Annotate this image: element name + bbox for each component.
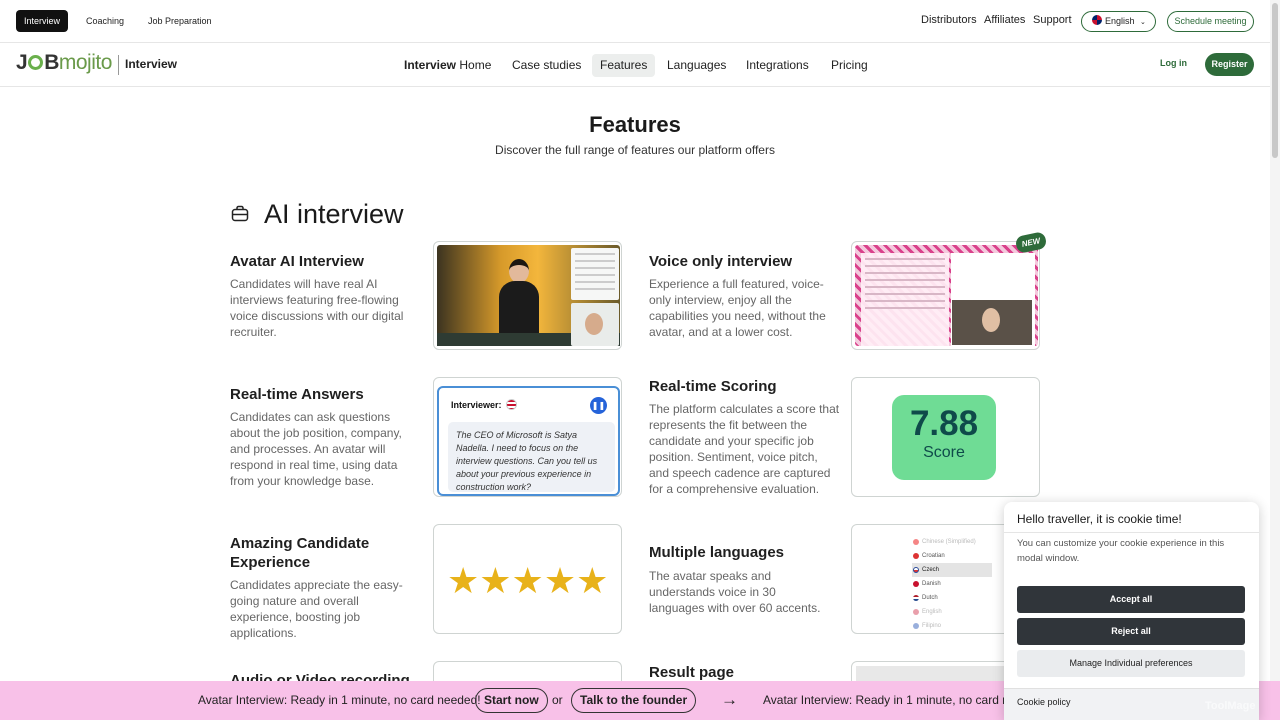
logo-mojito: mojito — [58, 51, 113, 74]
cookie-modal: Hello traveller, it is cookie time! You … — [1004, 502, 1259, 720]
toptab-coaching[interactable]: Coaching — [78, 10, 132, 32]
logo-letter-j: J — [16, 51, 28, 74]
affiliates-link[interactable]: Affiliates — [984, 14, 1025, 26]
avatar-candidate-camera — [571, 303, 619, 346]
nav-features[interactable]: Features — [592, 54, 656, 77]
realtime-answers-image: Interviewer: ❚❚ The CEO of Microsoft is … — [433, 377, 622, 497]
voice-candidate-camera — [952, 300, 1032, 345]
support-link[interactable]: Support — [1033, 14, 1072, 26]
reject-all-button[interactable]: Reject all — [1017, 618, 1245, 645]
main-nav: J Bmojito Interview Interview Home Case s… — [0, 43, 1270, 87]
nav-pricing[interactable]: Pricing — [823, 54, 876, 77]
nav-case-studies[interactable]: Case studies — [504, 54, 589, 77]
cookie-policy-link[interactable]: Cookie policy — [1017, 697, 1071, 707]
uk-flag-icon — [1092, 15, 1102, 25]
cookie-text: You can customize your cookie experience… — [1017, 538, 1225, 564]
nav-interview-home[interactable]: Interview Home — [396, 54, 499, 77]
logo-circle-icon — [28, 55, 44, 70]
feature-title-languages: Multiple languages — [649, 544, 785, 561]
scrollbar-thumb[interactable] — [1272, 3, 1278, 158]
interviewer-label-text: Interviewer: — [451, 400, 502, 410]
feature-desc-realtime-scoring: The platform calculates a score that rep… — [649, 402, 840, 496]
login-link[interactable]: Log in — [1160, 58, 1187, 68]
score-label: Score — [923, 444, 965, 461]
talk-to-founder-button[interactable]: Talk to the founder — [571, 688, 697, 713]
feature-title-voice: Voice only interview — [649, 253, 793, 270]
avatar-interview-image — [433, 241, 622, 350]
accept-all-button[interactable]: Accept all — [1017, 586, 1245, 613]
feature-title-realtime-answers: Real-time Answers — [230, 386, 364, 403]
rating-image: ★★★★★ — [433, 524, 622, 634]
score-image: 7.88 Score — [851, 377, 1040, 497]
logo-letter-b: B — [44, 51, 59, 74]
feature-desc-realtime-answers: Candidates can ask questions about the j… — [230, 410, 402, 488]
score-badge: 7.88 Score — [892, 395, 996, 480]
language-item-selected: Czech — [912, 563, 992, 577]
voice-interview-image — [851, 241, 1040, 350]
cookie-divider — [1004, 532, 1259, 533]
feature-title-candidate-experience: Amazing Candidate Experience — [230, 535, 370, 571]
nav-home-rest: Home — [459, 58, 492, 72]
language-item: Chinese (Simplified) — [912, 535, 992, 549]
page-title: Features — [589, 112, 681, 137]
language-list: Chinese (Simplified) Croatian Czech Dani… — [912, 535, 992, 633]
chevron-down-icon: ⌄ — [1140, 19, 1146, 26]
toptab-job-preparation[interactable]: Job Preparation — [140, 10, 220, 32]
distributors-link[interactable]: Distributors — [921, 14, 977, 26]
toptab-interview[interactable]: Interview — [16, 10, 69, 32]
page-scrollbar[interactable] — [1270, 0, 1280, 681]
voice-transcript — [861, 253, 949, 346]
feature-desc-languages: The avatar speaks and understands voice … — [649, 569, 821, 615]
score-value: 7.88 — [909, 404, 979, 443]
feature-desc-voice: Experience a full featured, voice-only i… — [649, 277, 826, 339]
watermark: ToolMage — [1205, 700, 1256, 712]
avatar-scene — [437, 245, 620, 346]
nav-home-bold: Interview — [404, 58, 457, 72]
interviewer-label: Interviewer: — [451, 399, 517, 410]
feature-desc-candidate-experience: Candidates appreciate the easy-going nat… — [230, 578, 403, 640]
nav-integrations[interactable]: Integrations — [738, 54, 817, 77]
feature-desc-avatar: Candidates will have real AI interviews … — [230, 277, 404, 339]
logo-divider — [118, 55, 119, 75]
feature-title-realtime-scoring: Real-time Scoring — [649, 378, 777, 395]
register-button[interactable]: Register — [1205, 53, 1254, 76]
feature-title-avatar: Avatar AI Interview — [230, 253, 364, 270]
briefcase-icon — [231, 205, 249, 222]
arrow-right-icon: → — [721, 690, 738, 709]
jobmojito-logo[interactable]: J Bmojito — [16, 51, 112, 75]
logo-subtitle: Interview — [125, 57, 178, 71]
language-item: Croatian — [912, 549, 992, 563]
page-subtitle: Discover the full range of features our … — [495, 143, 775, 157]
language-label: English — [1105, 16, 1135, 26]
voice-background — [855, 245, 1038, 346]
nav-languages[interactable]: Languages — [659, 54, 734, 77]
start-now-button[interactable]: Start now — [475, 688, 548, 713]
top-strip: Interview Coaching Job Preparation Distr… — [0, 0, 1270, 43]
avatar-chat-panel — [571, 248, 619, 300]
cookie-title: Hello traveller, it is cookie time! — [1017, 512, 1182, 526]
us-flag-icon — [505, 399, 517, 410]
language-selector[interactable]: English ⌄ — [1081, 11, 1156, 32]
five-star-rating-icon: ★★★★★ — [447, 560, 609, 601]
banner-or: or — [552, 693, 563, 707]
language-item: Filipino — [912, 619, 992, 633]
language-item: Danish — [912, 577, 992, 591]
language-item: Dutch — [912, 591, 992, 605]
feature-title-result-page: Result page — [649, 664, 735, 681]
schedule-meeting-button[interactable]: Schedule meeting — [1167, 11, 1254, 32]
pause-icon: ❚❚ — [590, 397, 607, 414]
manage-preferences-button[interactable]: Manage Individual preferences — [1017, 650, 1245, 677]
language-item: English — [912, 605, 992, 619]
interviewer-chat-card: Interviewer: ❚❚ The CEO of Microsoft is … — [437, 386, 620, 496]
new-badge: NEW — [1014, 231, 1048, 254]
banner-text-repeat: Avatar Interview: Ready in 1 minute, no … — [763, 693, 1016, 707]
interviewer-quote: The CEO of Microsoft is Satya Nadella. I… — [448, 422, 615, 492]
banner-text: Avatar Interview: Ready in 1 minute, no … — [198, 693, 481, 707]
section-title: AI interview — [264, 199, 404, 229]
